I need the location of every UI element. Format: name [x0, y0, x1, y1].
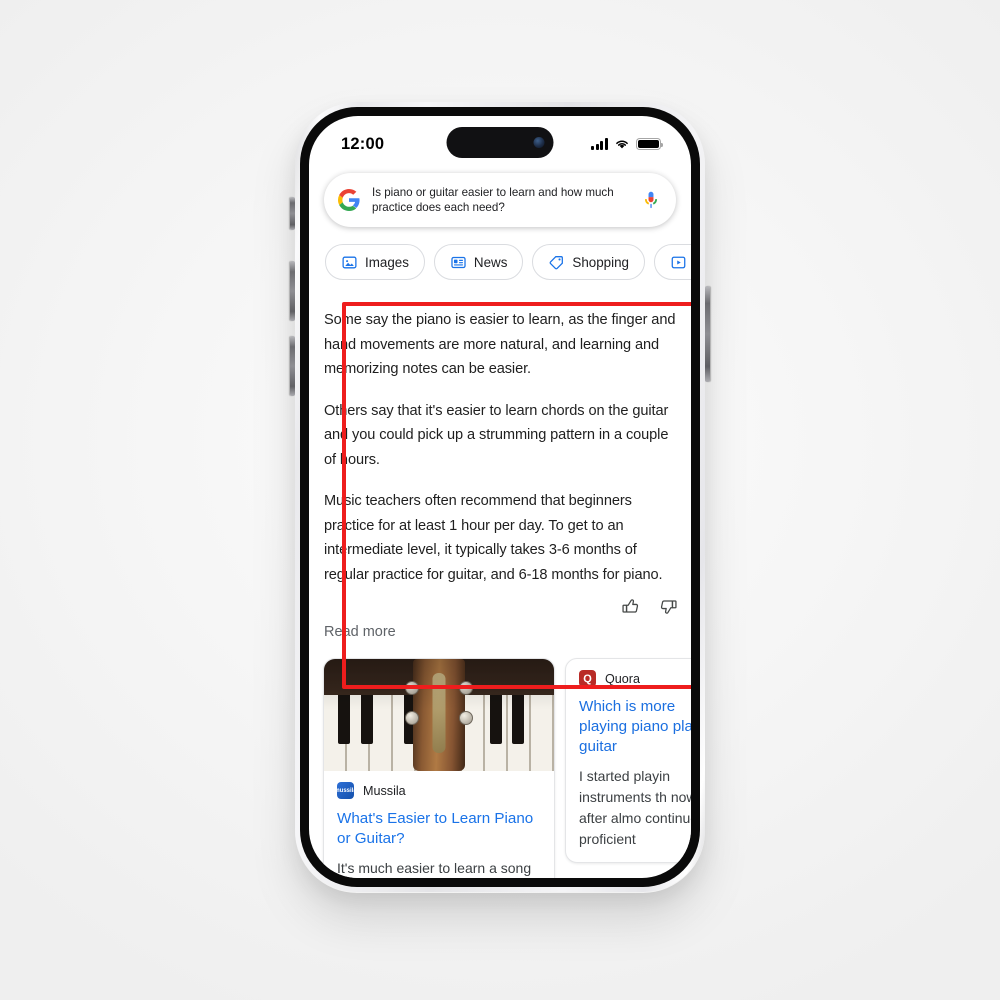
search-query-text[interactable]: Is piano or guitar easier to learn and h…	[372, 185, 629, 215]
videos-play-icon	[671, 256, 686, 268]
card-snippet: It's much easier to learn a song for the…	[337, 860, 532, 876]
ai-answer-block: Some say the piano is easier to learn, a…	[309, 294, 691, 587]
news-icon	[451, 256, 466, 268]
chip-videos[interactable]: Videos	[654, 244, 691, 280]
status-bar: 12:00	[309, 116, 691, 168]
chip-shopping-label: Shopping	[572, 254, 629, 270]
result-card-mussila[interactable]: mussila Mussila What's Easier to Learn P…	[323, 658, 555, 878]
chip-news-label: News	[473, 254, 508, 270]
filter-chips-row[interactable]: Images News Shopping	[309, 227, 691, 294]
microphone-icon[interactable]	[640, 189, 662, 211]
shopping-tag-icon	[549, 255, 564, 269]
volume-down-button[interactable]	[290, 336, 295, 396]
thumbs-up-icon[interactable]	[621, 597, 640, 616]
answer-paragraph-2: Others say that it's easier to learn cho…	[324, 402, 669, 468]
front-camera-icon	[533, 137, 545, 148]
thumbs-down-icon[interactable]	[659, 597, 678, 616]
phone-screen: 12:00 Is piano or guitar easier to learn…	[309, 116, 691, 878]
chip-images-label: Images	[365, 254, 409, 270]
card-snippet: I started playin instruments th now, aft…	[579, 768, 691, 847]
piano-guitar-photo	[324, 659, 554, 771]
cellular-signal-icon	[590, 138, 608, 150]
card-source-row: Q Quora	[579, 670, 691, 687]
search-bar[interactable]: Is piano or guitar easier to learn and h…	[324, 173, 676, 227]
photo-overlay	[324, 659, 554, 771]
card-source-row: mussila Mussila	[334, 782, 541, 799]
volume-up-button[interactable]	[290, 261, 295, 321]
chip-images[interactable]: Images	[325, 244, 425, 280]
result-card-quora[interactable]: Q Quora Which is more playing piano play…	[565, 658, 691, 863]
answer-paragraph-1: Some say the piano is easier to learn, a…	[324, 312, 676, 377]
read-more-link[interactable]: Read more	[309, 624, 691, 640]
card-title[interactable]: What's Easier to Learn Piano or Guitar?	[337, 809, 541, 849]
answer-paragraph-3: Music teachers often recommend that begi…	[324, 493, 663, 583]
chip-news[interactable]: News	[433, 244, 524, 280]
google-logo-icon	[338, 189, 360, 211]
card-source-name: Mussila	[363, 783, 406, 798]
chip-shopping[interactable]: Shopping	[532, 244, 645, 280]
phone-device: 12:00 Is piano or guitar easier to learn…	[289, 89, 711, 901]
quora-favicon: Q	[579, 670, 596, 687]
status-indicators	[590, 137, 664, 151]
battery-icon	[636, 137, 664, 151]
mussila-favicon: mussila	[334, 782, 357, 799]
result-cards-row: mussila Mussila What's Easier to Learn P…	[309, 640, 691, 878]
card-body: Q Quora Which is more playing piano play…	[566, 659, 691, 862]
feedback-row	[309, 595, 691, 622]
card-title[interactable]: Which is more playing piano playing guit…	[579, 697, 691, 757]
images-icon	[342, 256, 357, 268]
card-source-name: Quora	[605, 671, 641, 686]
mute-switch-button[interactable]	[290, 197, 295, 230]
wifi-icon	[616, 140, 628, 149]
power-button[interactable]	[705, 286, 710, 382]
search-bar-container: Is piano or guitar easier to learn and h…	[309, 168, 691, 227]
status-clock: 12:00	[341, 134, 385, 153]
card-body: mussila Mussila What's Easier to Learn P…	[324, 771, 554, 878]
dynamic-island	[446, 127, 554, 158]
